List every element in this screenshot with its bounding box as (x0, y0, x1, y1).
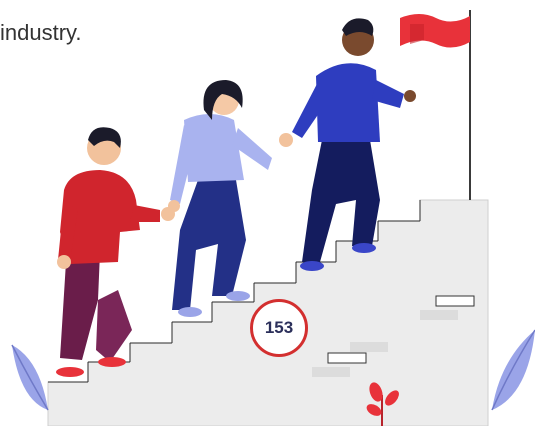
flag-icon (400, 10, 471, 200)
leaf-right-icon (491, 329, 535, 411)
person-red-shirt (56, 127, 175, 377)
person-woman (168, 80, 293, 317)
leaf-left-icon (11, 344, 49, 411)
page-number-badge: 153 (250, 299, 308, 357)
stair-climbing-illustration (11, 10, 535, 426)
